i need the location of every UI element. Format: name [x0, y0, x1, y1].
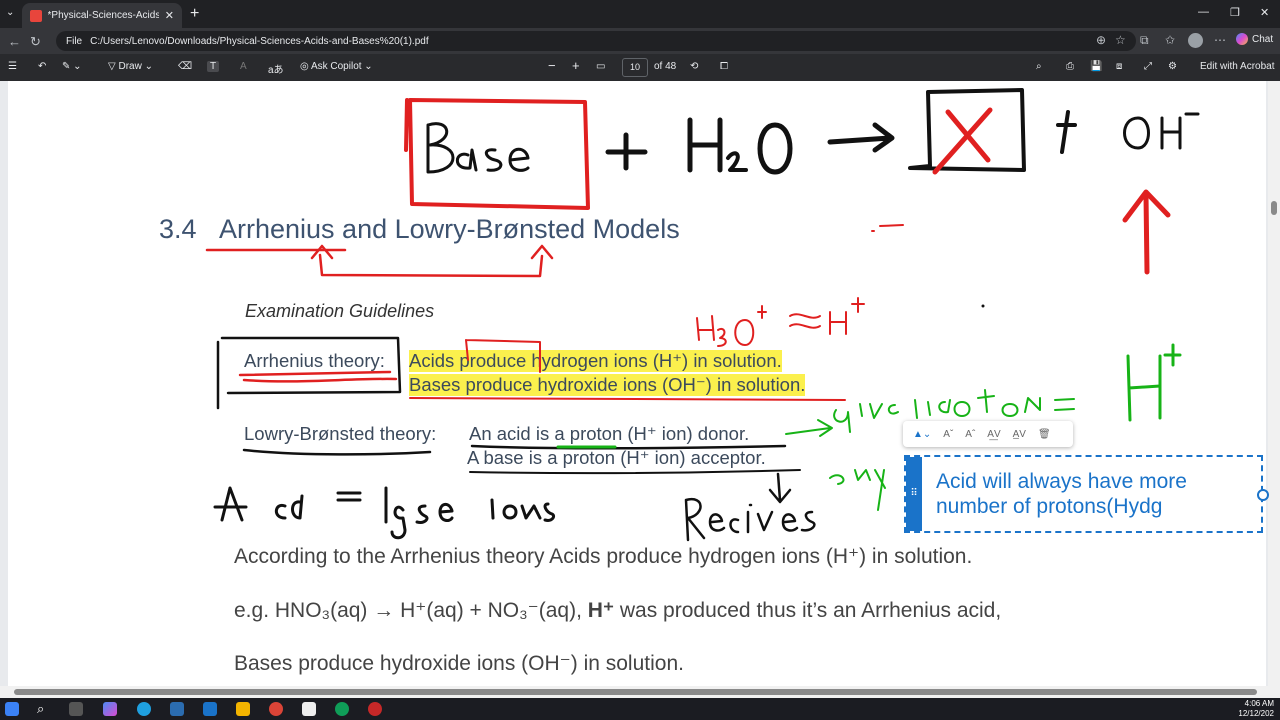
section-title: Arrhenius and Lowry-Brønsted Models	[219, 214, 680, 244]
undo-icon[interactable]: ↶	[38, 61, 46, 72]
profile-avatar[interactable]	[1188, 33, 1203, 48]
vertical-scrollbar[interactable]	[1268, 81, 1280, 686]
page-total: of 48	[654, 61, 677, 72]
store-icon[interactable]	[170, 702, 184, 716]
task-view-icon[interactable]	[69, 702, 83, 716]
annotation-text[interactable]: Acid will always have more number of pro…	[936, 469, 1256, 519]
copilot-app-icon[interactable]	[103, 702, 117, 716]
increase-font-icon[interactable]: Aˆ	[965, 429, 975, 440]
close-window-button[interactable]: ✕	[1260, 6, 1269, 19]
page-view-icon[interactable]: ⧠	[720, 61, 728, 72]
highlight-icon[interactable]: ✎ ⌄	[62, 61, 82, 72]
save-as-icon[interactable]: ⧈	[1116, 61, 1122, 72]
drag-handle-icon[interactable]: ⠿	[906, 457, 922, 531]
text-annotation-box[interactable]: ⠿ Acid will always have more number of p…	[904, 455, 1269, 533]
eraser-icon[interactable]: ⌫	[178, 61, 192, 72]
start-icon[interactable]	[5, 702, 19, 716]
acid-definition: Acids produce hydrogen ions (H⁺) in solu…	[409, 350, 782, 372]
clock-time: 4:06 AM	[1244, 699, 1274, 708]
paragraph-example: e.g. HNO₃(aq) → H⁺(aq) + NO₃⁻(aq), H⁺ wa…	[234, 598, 1001, 623]
document-viewer: 3.4 Arrhenius and Lowry-Brønsted Models …	[0, 81, 1280, 686]
example-h-plus: H⁺	[587, 599, 615, 622]
pdf-file-icon	[30, 9, 42, 22]
resize-handle[interactable]	[1257, 489, 1269, 501]
url-prefix: File	[66, 35, 83, 47]
tab-search-icon[interactable]: ⌄	[6, 7, 14, 18]
url-field[interactable]: File C:/Users/Lenovo/Downloads/Physical-…	[56, 31, 1136, 51]
browser-tab[interactable]: *Physical-Sciences-Acids-and-Base ✕	[22, 3, 182, 28]
delete-icon[interactable]: 🗑	[1038, 429, 1051, 440]
text-spacing-icon[interactable]: A͟V	[987, 429, 1000, 440]
split-screen-icon[interactable]: ⧉	[1140, 33, 1149, 48]
chrome-icon[interactable]	[269, 702, 283, 716]
system-clock[interactable]: 4:06 AM 12/12/202	[1238, 699, 1274, 719]
pdf-toolbar: ☰ ↶ ✎ ⌄ ▽ Draw ⌄ ⌫ T A aあ ◎ Ask Copilot …	[0, 54, 1280, 81]
settings-icon[interactable]: ⚙	[1168, 61, 1177, 72]
edit-with-acrobat-button[interactable]: Edit with Acrobat	[1200, 61, 1274, 72]
edge-browser-icon[interactable]	[137, 702, 151, 716]
ask-copilot-button[interactable]: ◎ Ask Copilot ⌄	[300, 61, 373, 72]
draw-label: Draw	[118, 61, 142, 72]
base-acceptor: A base is a proton (H⁺ ion) acceptor.	[467, 447, 766, 468]
copilot-label: Ask Copilot	[310, 61, 362, 72]
favorite-icon[interactable]: ☆	[1115, 33, 1126, 47]
favorites-icon[interactable]: ✩	[1165, 33, 1175, 47]
maximize-button[interactable]: ❐	[1230, 6, 1240, 19]
section-number: 3.4	[159, 214, 197, 244]
scroll-thumb[interactable]	[1271, 201, 1277, 215]
fullscreen-icon[interactable]: ⤢	[1144, 61, 1152, 72]
taskbar: ⌕ 4:06 AM 12/12/202	[0, 698, 1280, 720]
zoom-out-button[interactable]: −	[548, 58, 556, 73]
add-text-icon[interactable]: T	[207, 61, 220, 72]
search-icon[interactable]: ⌕	[37, 702, 51, 716]
copilot-chat-button[interactable]: Chat	[1236, 33, 1273, 45]
horizontal-scrollbar[interactable]	[0, 686, 1280, 698]
tab-title: *Physical-Sciences-Acids-and-Base	[47, 10, 159, 21]
mail-icon[interactable]	[203, 702, 217, 716]
tab-bar: ⌄ *Physical-Sciences-Acids-and-Base ✕ + …	[0, 0, 1280, 28]
paragraph-bases: Bases produce hydroxide ions (OH⁻) in so…	[234, 652, 684, 675]
examination-guidelines: Examination Guidelines	[245, 301, 435, 321]
line-spacing-icon[interactable]: A̲V	[1013, 429, 1026, 440]
horizontal-scroll-thumb[interactable]	[14, 689, 1257, 695]
zoom-in-button[interactable]: +	[572, 58, 580, 73]
back-icon[interactable]: ←	[8, 34, 21, 49]
print-icon[interactable]: ⎙	[1066, 61, 1074, 72]
tab-close-icon[interactable]: ✕	[165, 9, 174, 22]
decrease-font-icon[interactable]: Aˇ	[943, 429, 953, 440]
save-icon[interactable]: 💾	[1090, 61, 1102, 72]
url-text: C:/Users/Lenovo/Downloads/Physical-Scien…	[90, 35, 429, 47]
example-equation: e.g. HNO₃(aq) → H⁺(aq) + NO₃⁻(aq),	[234, 599, 588, 622]
acid-donor: An acid is a proton (H⁺ ion) donor.	[469, 423, 750, 444]
base-definition: Bases produce hydroxide ions (OH⁻) in so…	[409, 374, 806, 396]
minimize-button[interactable]: —	[1198, 6, 1209, 18]
text-format-toolbar: ▲⌄ Aˇ Aˆ A͟V A̲V 🗑	[903, 421, 1073, 447]
paragraph-arrhenius-acid: According to the Arrhenius theory Acids …	[234, 545, 973, 568]
recorder-icon[interactable]	[368, 702, 382, 716]
chrome-profile-icon[interactable]	[335, 702, 349, 716]
chat-label: Chat	[1252, 33, 1274, 45]
arrhenius-label: Arrhenius theory:	[244, 350, 385, 371]
lowry-label: Lowry-Brønsted theory:	[244, 423, 437, 444]
zoom-icon[interactable]: ⊕	[1096, 33, 1106, 47]
refresh-icon[interactable]: ↻	[30, 34, 41, 50]
contents-icon[interactable]: ☰	[8, 61, 17, 72]
notepad-icon[interactable]	[302, 702, 316, 716]
clock-date: 12/12/202	[1238, 709, 1274, 718]
search-icon[interactable]: ⌕	[1036, 61, 1042, 72]
fit-page-icon[interactable]: ▭	[596, 61, 605, 72]
text-format-icon[interactable]: A	[240, 61, 247, 72]
address-bar: ← ↻ File C:/Users/Lenovo/Downloads/Physi…	[0, 28, 1280, 54]
example-conclusion: was produced thus it’s an Arrhenius acid…	[614, 599, 1002, 622]
file-explorer-icon[interactable]	[236, 702, 250, 716]
text-color-icon[interactable]: ▲⌄	[913, 429, 931, 440]
rotate-icon[interactable]: ⟲	[690, 61, 698, 72]
page-number-input[interactable]: 10	[622, 58, 648, 77]
draw-button[interactable]: ▽ Draw ⌄	[108, 61, 153, 72]
read-aloud-icon[interactable]: aあ	[268, 61, 284, 76]
pdf-page: 3.4 Arrhenius and Lowry-Brønsted Models …	[8, 81, 1266, 686]
copilot-icon	[1236, 33, 1248, 45]
new-tab-button[interactable]: +	[190, 5, 199, 23]
more-menu-icon[interactable]: ⋯	[1214, 33, 1226, 47]
